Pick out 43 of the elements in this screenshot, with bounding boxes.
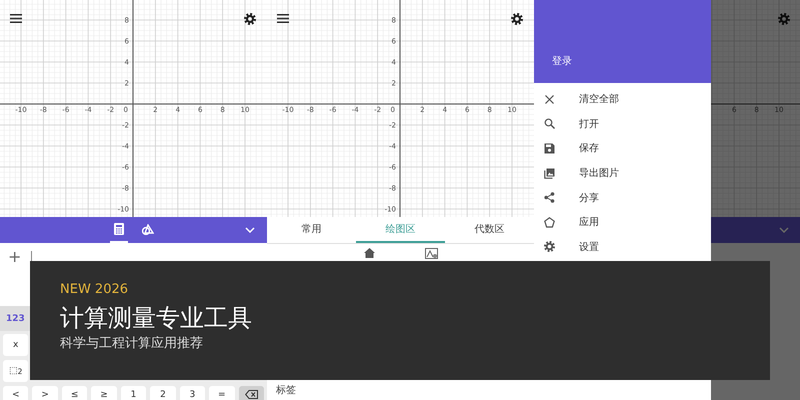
menu-icon[interactable] [277,14,289,23]
shapes-icon [142,224,154,234]
chevron-down-icon[interactable] [779,227,789,233]
backspace-key[interactable] [238,386,264,400]
keyboard-key[interactable]: ≥ [91,386,117,400]
setting-label: 标签 [276,384,296,397]
menu-item[interactable]: 打开 [579,116,599,131]
keyboard-key[interactable]: < [3,386,28,400]
menu-icon[interactable] [10,14,22,23]
menu-item[interactable]: 清空全部 [579,92,619,106]
keyboard-key[interactable]: > [32,386,58,400]
menu-item[interactable]: 导出图片 [579,166,619,180]
settings-icon[interactable] [511,13,523,25]
settings-icon [544,241,555,252]
keyboard-key[interactable]: ≤ [62,386,88,400]
menu-item[interactable]: 分享 [579,190,599,205]
home-icon[interactable] [364,248,374,258]
keyboard-key[interactable]: = [209,386,235,400]
banner-title: 计算测量专业工具 [60,303,252,334]
keyboard-tab[interactable]: 123 [6,314,25,324]
keyboard-key[interactable]: 1 [120,386,146,400]
banner-tag: NEW 2026 [60,281,128,299]
keyboard-key[interactable]: x [3,334,28,356]
keyboard-key[interactable]: 2 [150,386,176,400]
menu-item[interactable]: 设置 [579,240,599,254]
menu-item[interactable]: 保存 [579,141,599,156]
keyboard-key[interactable]: 3 [180,386,206,400]
calculator-icon [114,223,124,235]
settings-icon[interactable] [244,13,256,25]
share-icon [544,192,555,204]
search-icon [544,118,555,130]
graph-window-icon[interactable] [424,248,438,259]
menu-item[interactable]: 应用 [579,215,599,230]
login-link[interactable]: 登录 [552,54,572,68]
chevron-down-icon[interactable] [245,227,255,233]
backspace-icon [244,390,258,399]
add-button[interactable]: + [8,249,22,265]
close-icon [544,94,555,105]
settings-tab[interactable]: 代数区 [445,217,534,243]
banner-subtitle: 科学与工程计算应用推荐 [60,335,203,353]
pentagon-icon [544,216,555,228]
photos-icon [544,168,555,179]
settings-tab[interactable]: 常用 [267,217,356,243]
